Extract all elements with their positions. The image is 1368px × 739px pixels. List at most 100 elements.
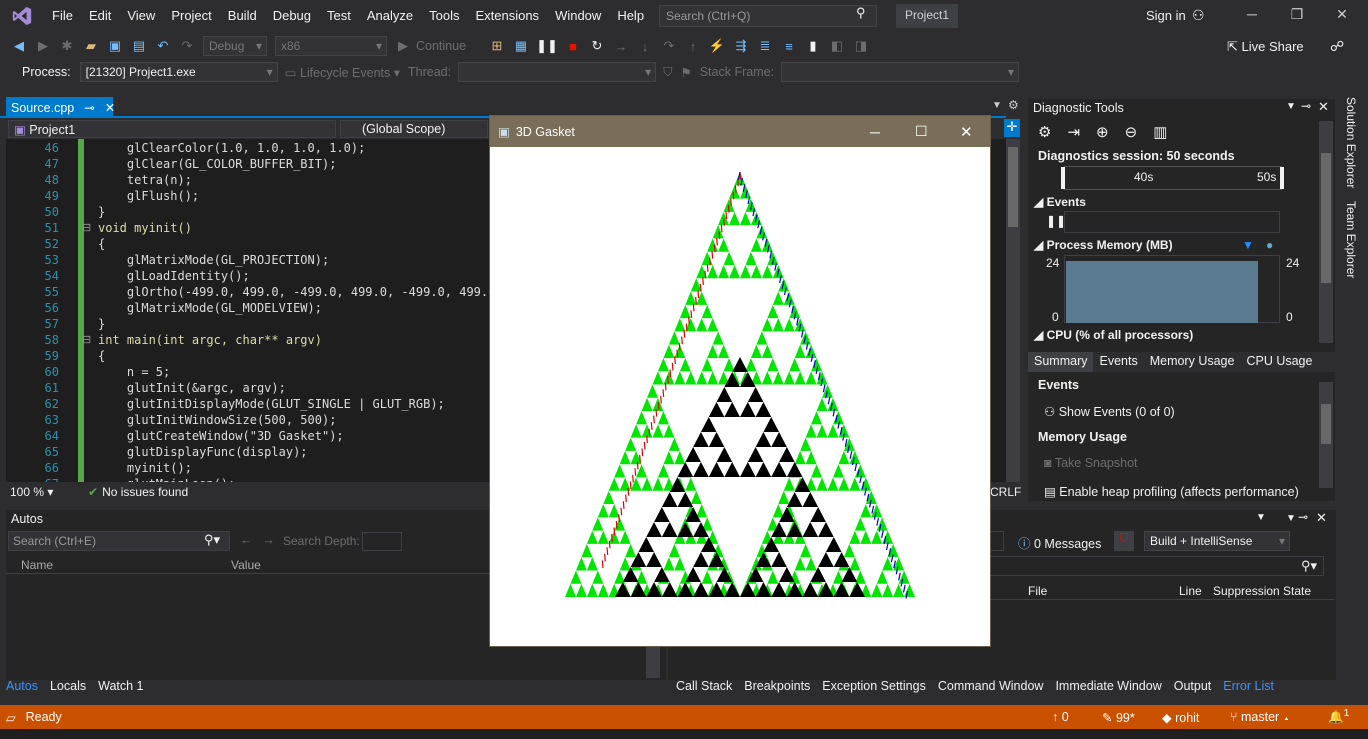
team-explorer-tab[interactable]: Team Explorer (1344, 201, 1358, 278)
search-depth-combo[interactable] (362, 532, 402, 551)
attach-icon[interactable]: ⊞ (486, 35, 508, 57)
back-icon[interactable]: ◀ (8, 35, 30, 57)
autos-area-dropdown-icon[interactable]: ▼ (1286, 513, 1296, 524)
code-line[interactable]: glMatrixMode(GL_PROJECTION); (98, 253, 329, 267)
issues-label[interactable]: No issues found (102, 485, 188, 499)
errors-close-icon[interactable]: ✕ (1316, 510, 1327, 526)
save-icon[interactable]: ▣ (104, 35, 126, 57)
show-events-link[interactable]: ⚇ Show Events (0 of 0) (1044, 404, 1175, 419)
code-line[interactable]: { (98, 237, 105, 251)
settings-icon[interactable]: ⚙ (1038, 123, 1051, 141)
break-all-icon[interactable]: ❚❚ (534, 35, 560, 57)
panel-pin-icon[interactable]: ⊸ (1301, 99, 1311, 113)
panel-dropdown-icon[interactable]: ▼ (1286, 101, 1296, 112)
code-line[interactable]: glutInitDisplayMode(GLUT_SINGLE | GLUT_R… (98, 397, 445, 411)
code-line[interactable]: glutDisplayFunc(display); (98, 445, 308, 459)
search-back-icon[interactable]: ← (240, 532, 253, 547)
bookmark-prev-icon[interactable]: ◧ (826, 35, 848, 57)
errors-search-icon[interactable]: ⚲▾ (1301, 558, 1317, 574)
events-track[interactable] (1064, 211, 1280, 233)
code-line[interactable]: void myinit() (98, 221, 192, 235)
save-all-icon[interactable]: ▤ (128, 35, 150, 57)
gasket-minimize-button[interactable]: ─ (870, 124, 880, 140)
hot-reload-icon[interactable]: ⚡ (706, 35, 728, 57)
cpu-header[interactable]: ◢ CPU (% of all processors) (1034, 328, 1193, 342)
undo-icon[interactable]: ↶ (152, 35, 174, 57)
tab-command-window[interactable]: Command Window (938, 679, 1044, 697)
split-icon[interactable]: ✛ (1004, 119, 1020, 137)
menu-debug[interactable]: Debug (265, 0, 319, 32)
menu-analyze[interactable]: Analyze (359, 0, 421, 32)
chart-icon[interactable]: ▥ (1153, 123, 1167, 141)
col-line[interactable]: Line (1179, 584, 1202, 598)
filter-icon[interactable]: ⛉ (663, 65, 672, 80)
redo-icon[interactable]: ↷ (176, 35, 198, 57)
code-line[interactable]: tetra(n); (98, 173, 192, 187)
tab-events[interactable]: Events (1093, 352, 1143, 372)
code-line[interactable]: glMatrixMode(GL_MODELVIEW); (98, 301, 322, 315)
bookmark-next-icon[interactable]: ◨ (850, 35, 872, 57)
errors-dropdown-icon[interactable]: ▼ (1256, 512, 1266, 523)
code-line[interactable]: } (98, 317, 105, 331)
notifications-icon[interactable]: 🔔1 (1328, 708, 1349, 725)
heap-profiling-button[interactable]: ▤ Enable heap profiling (affects perform… (1044, 484, 1299, 499)
tab-summary[interactable]: Summary (1028, 352, 1094, 372)
code-line[interactable]: glClearColor(1.0, 1.0, 1.0, 1.0); (98, 141, 365, 155)
menu-build[interactable]: Build (220, 0, 265, 32)
project-combo[interactable]: ▣ Project1 (8, 120, 336, 138)
code-line[interactable]: glutInitWindowSize(500, 500); (98, 413, 337, 427)
threads-icon[interactable]: ⇶ (730, 35, 752, 57)
continue-button[interactable]: Continue (416, 39, 484, 53)
collapse-icon[interactable]: ⊟ (82, 221, 91, 234)
panel-close-icon[interactable]: ✕ (1318, 99, 1329, 115)
tab-locals[interactable]: Locals (50, 679, 86, 697)
col-suppression[interactable]: Suppression State (1213, 584, 1311, 598)
messages-filter[interactable]: ⓘ 0 Messages (1018, 533, 1101, 552)
timeline-ruler[interactable]: 40s 50s (1061, 166, 1284, 190)
show-next-statement-icon[interactable]: → (610, 35, 632, 57)
code-line[interactable]: { (98, 349, 105, 363)
sign-in-link[interactable]: Sign in (1146, 8, 1186, 23)
tab-exception-settings[interactable]: Exception Settings (822, 679, 926, 697)
forward-icon[interactable]: ▶ (32, 35, 54, 57)
menu-file[interactable]: File (44, 0, 81, 32)
zoom-in-icon[interactable]: ⊕ (1096, 123, 1109, 141)
gasket-close-button[interactable]: ✕ (960, 123, 973, 141)
live-share-button[interactable]: ⇱ Live Share (1227, 39, 1304, 55)
line-ending[interactable]: CRLF (990, 485, 1021, 499)
stack-frame-combo[interactable] (781, 62, 1020, 82)
tab-cpu-usage[interactable]: CPU Usage (1240, 352, 1318, 372)
tab-autos[interactable]: Autos (6, 679, 38, 697)
errors-search-input[interactable]: ⚲▾ (988, 556, 1324, 576)
code-line[interactable]: glutInit(&argc, argv); (98, 381, 286, 395)
step-out-icon[interactable]: ↑ (682, 35, 704, 57)
memory-header[interactable]: ◢ Process Memory (MB) (1034, 238, 1173, 252)
gasket-maximize-button[interactable]: ☐ (915, 123, 928, 140)
autos-search-input[interactable]: Search (Ctrl+E) (8, 531, 230, 551)
code-line[interactable]: n = 5; (98, 365, 170, 379)
search-input[interactable]: Search (Ctrl+Q) (659, 5, 877, 27)
tab-immediate-window[interactable]: Immediate Window (1055, 679, 1161, 697)
gasket-titlebar[interactable]: ▣ 3D Gasket ─ ☐ ✕ (490, 116, 990, 147)
clear-filter-icon[interactable]: ⛉ (1114, 531, 1134, 551)
branch-indicator[interactable]: ⑂ master ▴ (1230, 710, 1290, 724)
diag-scrollbar[interactable] (1319, 121, 1333, 343)
build-filter-combo[interactable]: Build + IntelliSense (1144, 531, 1290, 551)
stop-icon[interactable]: ■ (562, 35, 584, 57)
code-line[interactable]: glutCreateWindow("3D Gasket"); (98, 429, 344, 443)
tab-error-list[interactable]: Error List (1223, 679, 1274, 697)
close-button[interactable]: ✕ (1327, 6, 1357, 23)
tab-close-icon[interactable]: ✕ (105, 100, 115, 115)
continue-icon[interactable]: ▶ (392, 35, 414, 57)
comment-icon[interactable]: ≡ (778, 35, 800, 57)
code-line[interactable]: myinit(); (98, 461, 192, 475)
configuration-combo[interactable]: Debug (203, 36, 267, 56)
tab-call-stack[interactable]: Call Stack (676, 679, 732, 697)
lifecycle-events-button[interactable]: ▭ Lifecycle Events ▾ (285, 65, 400, 80)
tab-breakpoints[interactable]: Breakpoints (744, 679, 810, 697)
search-icon[interactable]: ⚲ (856, 5, 866, 21)
code-line[interactable]: glOrtho(-499.0, 499.0, -499.0, 499.0, -4… (98, 285, 510, 299)
code-line[interactable]: glClear(GL_COLOR_BUFFER_BIT); (98, 157, 337, 171)
process-combo[interactable]: [21320] Project1.exe (79, 62, 278, 82)
tab-memory-usage[interactable]: Memory Usage (1144, 352, 1241, 372)
